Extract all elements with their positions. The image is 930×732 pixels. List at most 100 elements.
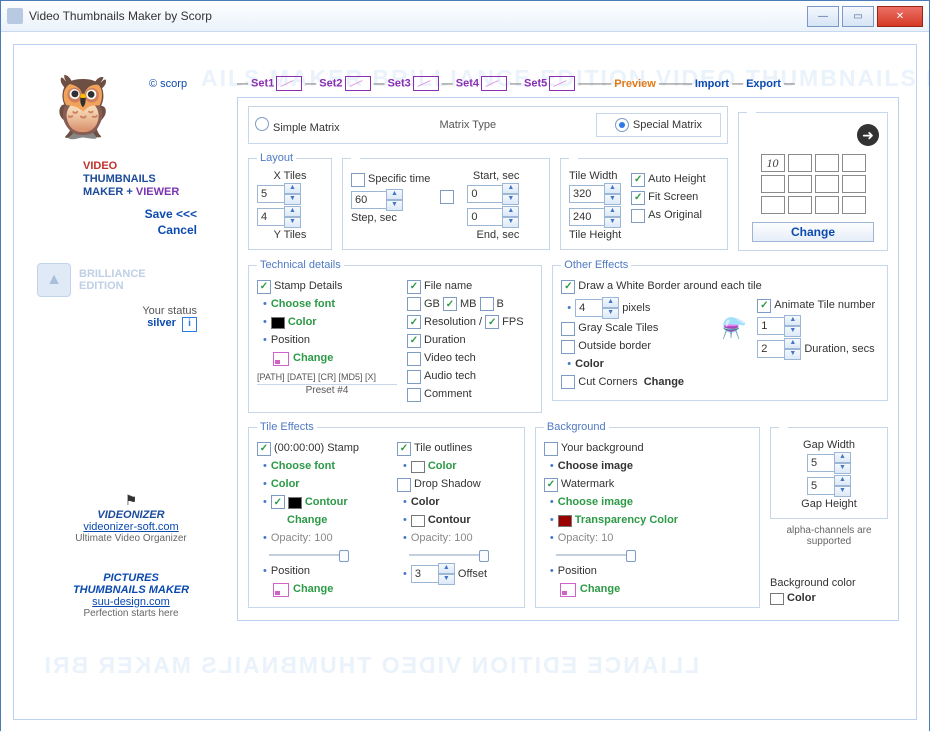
matrix-change-button[interactable]: Change xyxy=(752,222,874,242)
outline-color-swatch[interactable] xyxy=(411,461,425,473)
next-arrow-icon[interactable]: ➜ xyxy=(857,124,879,146)
transparency-swatch[interactable] xyxy=(558,515,572,527)
outside-color[interactable]: Color xyxy=(575,356,604,373)
tileheight-input[interactable]: 240 xyxy=(569,208,605,226)
gapwidth-input[interactable]: 5 xyxy=(807,454,835,472)
promo-ptm-link[interactable]: suu-design.com xyxy=(51,596,211,608)
cb-as-original[interactable]: As Original xyxy=(631,207,705,224)
cb-watermark[interactable]: Watermark xyxy=(544,476,751,493)
cb-timestamp[interactable]: (00:00:00) Stamp xyxy=(257,440,387,457)
tech-color-swatch[interactable] xyxy=(271,317,285,329)
cb-white-border[interactable]: Draw a White Border around each tile xyxy=(561,278,879,295)
cb-specific-time[interactable]: Specific time xyxy=(351,171,430,188)
bgcolor-link[interactable]: Color xyxy=(787,590,816,607)
cb-your-background[interactable]: Your background xyxy=(544,440,751,457)
edition-icon: ▲ xyxy=(37,263,71,297)
cb-fit-screen[interactable]: Fit Screen xyxy=(631,189,705,206)
border-px-input[interactable]: 4 xyxy=(575,299,603,317)
tile-contour[interactable]: Contour xyxy=(305,494,348,511)
wm-position-change[interactable]: Change xyxy=(580,581,620,598)
step-input[interactable]: 60 xyxy=(351,191,387,209)
tab-preview[interactable]: Preview xyxy=(614,78,656,90)
cb-videotech[interactable]: Video tech xyxy=(407,350,524,367)
tab-export[interactable]: Export xyxy=(746,78,781,90)
tile-opacity-slider[interactable] xyxy=(269,548,349,562)
maximize-button[interactable]: ▭ xyxy=(842,6,874,27)
cb-comment[interactable]: Comment xyxy=(407,386,524,403)
cb-audiotech[interactable]: Audio tech xyxy=(407,368,524,385)
wm-opacity-slider[interactable] xyxy=(556,548,636,562)
offset-input[interactable]: 3 xyxy=(411,565,439,583)
status-value: silver xyxy=(147,317,176,329)
cb-animate-tile[interactable]: Animate Tile number xyxy=(757,297,875,314)
tech-color[interactable]: Color xyxy=(288,314,317,331)
minimize-button[interactable]: — xyxy=(807,6,839,27)
tile-change[interactable]: Change xyxy=(287,512,327,529)
tab-set2[interactable]: Set2 xyxy=(319,76,370,91)
cb-stamp-details[interactable]: Stamp Details xyxy=(257,278,397,295)
gapheight-input[interactable]: 5 xyxy=(807,477,835,495)
info-icon[interactable]: i xyxy=(182,317,197,332)
ytiles-up[interactable]: ▲ xyxy=(284,206,301,217)
radio-special-matrix[interactable]: Special Matrix xyxy=(596,113,721,137)
save-link[interactable]: Save <<< xyxy=(23,207,197,221)
cb-cut-corners[interactable]: Cut Corners xyxy=(561,374,637,391)
tile-color[interactable]: Color xyxy=(271,476,300,493)
copyright: © scorp xyxy=(149,78,187,90)
shadow-contour[interactable]: Contour xyxy=(428,512,471,529)
position-icon xyxy=(273,352,289,366)
cancel-link[interactable]: Cancel xyxy=(23,223,197,237)
tech-choose-font[interactable]: Choose font xyxy=(271,296,335,313)
tile-choose-font[interactable]: Choose font xyxy=(271,458,335,475)
tab-set1[interactable]: Set1 xyxy=(251,76,302,91)
bg-choose-image[interactable]: Choose image xyxy=(558,458,633,475)
shadow-color[interactable]: Color xyxy=(411,494,440,511)
cb-drop-shadow[interactable]: Drop Shadow xyxy=(397,476,489,493)
ytiles-input[interactable]: 4 xyxy=(257,208,285,226)
cb-outside-border[interactable]: Outside border xyxy=(561,338,711,355)
xtiles-input[interactable]: 5 xyxy=(257,185,285,203)
tab-set5[interactable]: Set5 xyxy=(524,76,575,91)
matrix-preview: 10 xyxy=(761,154,866,214)
anim-dur-input[interactable]: 2 xyxy=(757,340,785,358)
ytiles-down[interactable]: ▼ xyxy=(284,217,301,228)
cb-tile-outlines[interactable]: Tile outlines xyxy=(397,440,489,457)
tab-set3[interactable]: Set3 xyxy=(388,76,439,91)
shadow-opacity-slider[interactable] xyxy=(409,548,489,562)
bgcolor-swatch[interactable] xyxy=(770,593,784,605)
cb-auto-height[interactable]: Auto Height xyxy=(631,171,705,188)
close-button[interactable]: ✕ xyxy=(877,6,923,27)
tab-set4[interactable]: Set4 xyxy=(456,76,507,91)
cb-mb[interactable]: MB xyxy=(443,296,477,313)
owl-logo: 🦉 xyxy=(23,56,143,156)
cb-filename[interactable]: File name xyxy=(407,278,524,295)
matrix-type-label: Matrix Type xyxy=(364,119,572,131)
tilewidth-input[interactable]: 320 xyxy=(569,185,605,203)
cutcorners-change[interactable]: Change xyxy=(644,374,684,391)
tech-position-change[interactable]: Change xyxy=(293,350,333,367)
cb-link-times[interactable] xyxy=(440,190,454,204)
cb-fps[interactable]: FPS xyxy=(485,314,523,331)
outline-color[interactable]: Color xyxy=(428,458,457,475)
cb-gb[interactable]: GB xyxy=(407,296,440,313)
anim-count-input[interactable]: 1 xyxy=(757,317,785,335)
shadow-contour-swatch[interactable] xyxy=(411,515,425,527)
wm-choose-image[interactable]: Choose image xyxy=(558,494,633,511)
cb-b[interactable]: B xyxy=(480,296,504,313)
promo-videonizer-link[interactable]: videonizer-soft.com xyxy=(51,521,211,533)
wm-transparency[interactable]: Transparency Color xyxy=(575,512,678,529)
xtiles-down[interactable]: ▼ xyxy=(284,194,301,205)
cb-contour[interactable] xyxy=(271,494,288,511)
xtiles-up[interactable]: ▲ xyxy=(284,183,301,194)
end-input[interactable]: 0 xyxy=(467,208,503,226)
start-input[interactable]: 0 xyxy=(467,185,503,203)
radio-simple-matrix[interactable]: Simple Matrix xyxy=(255,117,340,134)
promo-videonizer-title: VIDEONIZER xyxy=(51,509,211,521)
cb-duration[interactable]: Duration xyxy=(407,332,524,349)
contour-swatch[interactable] xyxy=(288,497,302,509)
tab-import[interactable]: Import xyxy=(695,78,729,90)
cb-grayscale[interactable]: Gray Scale Tiles xyxy=(561,320,711,337)
cb-resolution[interactable]: Resolution / xyxy=(407,314,482,331)
tile-position-change[interactable]: Change xyxy=(293,581,333,598)
window-title: Video Thumbnails Maker by Scorp xyxy=(29,9,804,23)
